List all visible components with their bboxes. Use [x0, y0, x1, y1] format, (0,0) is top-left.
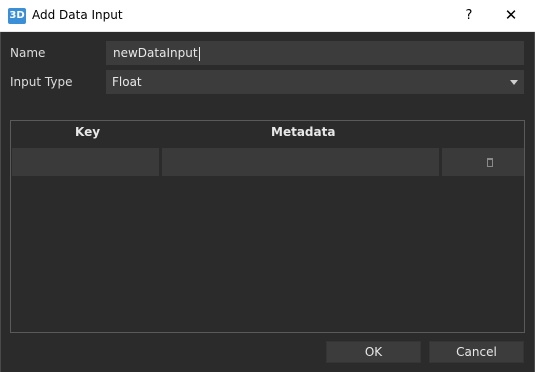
name-input-value: newDataInput	[113, 46, 198, 60]
cancel-button[interactable]: Cancel	[429, 341, 524, 363]
close-icon[interactable]: ✕	[494, 0, 528, 31]
ok-button[interactable]: OK	[326, 341, 421, 363]
help-icon[interactable]: ?	[452, 0, 486, 31]
text-caret	[198, 46, 200, 61]
key-cell[interactable]	[12, 148, 161, 176]
app-icon: 3D	[8, 8, 26, 24]
delete-row-button[interactable]	[442, 148, 524, 176]
input-type-value: Float	[112, 75, 142, 89]
input-type-label: Input Type	[10, 75, 73, 89]
name-label: Name	[10, 46, 46, 60]
title-bar[interactable]: 3D Add Data Input ? ✕	[0, 0, 535, 32]
column-header-metadata[interactable]: Metadata	[271, 125, 335, 139]
trash-icon	[487, 158, 493, 167]
input-type-dropdown[interactable]: Float	[106, 70, 524, 94]
metadata-table: Key Metadata	[10, 120, 525, 333]
metadata-cell[interactable]	[162, 148, 441, 176]
dropdown-arrow-icon	[510, 80, 518, 85]
name-input[interactable]: newDataInput	[106, 41, 524, 65]
window-title: Add Data Input	[32, 8, 123, 22]
column-header-key[interactable]: Key	[75, 125, 100, 139]
window-border-left	[0, 32, 1, 372]
